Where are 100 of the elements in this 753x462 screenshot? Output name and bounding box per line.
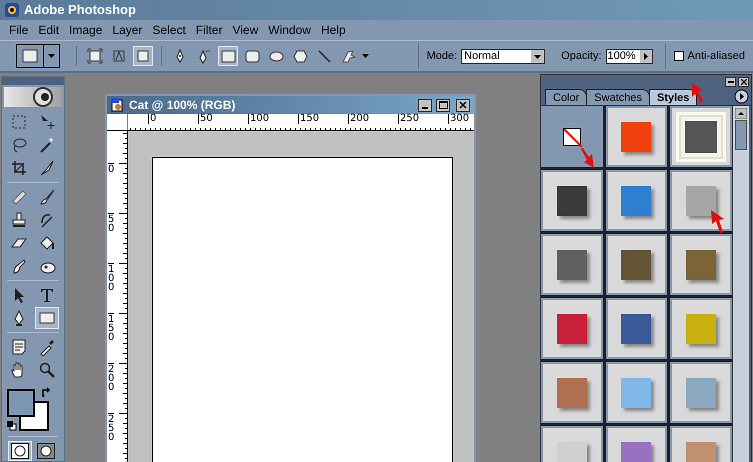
zoom-icon bbox=[38, 361, 56, 380]
style-swatch[interactable] bbox=[541, 298, 603, 359]
polygon-icon bbox=[292, 48, 308, 64]
scroll-up-icon[interactable] bbox=[735, 108, 747, 119]
default-colors-icon[interactable] bbox=[7, 421, 17, 432]
style-swatch[interactable] bbox=[606, 362, 668, 423]
document-icon bbox=[111, 98, 125, 112]
custom-shape-icon bbox=[340, 48, 356, 64]
ruler-label: 100 bbox=[108, 263, 114, 292]
eyedropper-icon bbox=[38, 338, 56, 356]
style-swatch[interactable] bbox=[541, 106, 603, 167]
path-icon bbox=[111, 48, 127, 64]
ruler-label: 50 bbox=[198, 114, 213, 124]
standard-mode-button[interactable] bbox=[8, 441, 32, 461]
circle-in-square-icon bbox=[11, 443, 29, 459]
style-swatch[interactable] bbox=[670, 234, 732, 295]
maximize-button[interactable] bbox=[436, 98, 450, 112]
menu-item[interactable]: Help bbox=[316, 21, 351, 39]
panel-tab[interactable]: Styles bbox=[649, 89, 698, 105]
type-icon bbox=[38, 286, 56, 304]
line-icon bbox=[316, 48, 332, 64]
style-swatch[interactable] bbox=[606, 234, 668, 295]
panel-menu-icon[interactable] bbox=[734, 89, 749, 104]
style-swatch[interactable] bbox=[541, 362, 603, 423]
ruler-label: 100 bbox=[248, 114, 270, 124]
window-title: Adobe Photoshop bbox=[24, 1, 136, 20]
minimize-button[interactable] bbox=[418, 98, 432, 112]
rectangle-icon bbox=[220, 48, 236, 64]
menu-item[interactable]: Layer bbox=[107, 21, 148, 39]
anti-aliased-label: Anti-aliased bbox=[688, 48, 745, 64]
app-eye-icon bbox=[4, 2, 20, 18]
shape-mode-button[interactable] bbox=[133, 46, 153, 66]
ruler-label: 150 bbox=[108, 313, 114, 342]
ruler-label: 50 bbox=[108, 213, 114, 233]
ruler-label: 200 bbox=[348, 114, 370, 124]
toolbox-logo[interactable] bbox=[4, 87, 62, 108]
mode-label: Mode: bbox=[426, 48, 458, 64]
close-button[interactable] bbox=[456, 98, 470, 112]
notes-icon bbox=[10, 338, 28, 356]
close-button[interactable] bbox=[738, 76, 749, 86]
shape-mode-button[interactable] bbox=[85, 46, 105, 66]
circle-in-square-icon bbox=[37, 443, 55, 459]
no-style-icon bbox=[562, 128, 581, 146]
new-layer-icon bbox=[87, 48, 103, 64]
ruler-label: 250 bbox=[398, 114, 420, 124]
paint-bucket-icon bbox=[38, 234, 56, 252]
menu-item[interactable]: Window bbox=[263, 21, 316, 39]
magic-wand-icon bbox=[38, 136, 56, 154]
style-swatch[interactable] bbox=[670, 106, 732, 167]
document-title: Cat @ 100% (RGB) bbox=[129, 97, 236, 114]
menu-item[interactable]: Select bbox=[147, 21, 191, 39]
style-swatch[interactable] bbox=[670, 298, 732, 359]
preset-picker[interactable] bbox=[16, 44, 60, 68]
swap-arrows-icon[interactable] bbox=[41, 387, 53, 400]
panel-tab[interactable]: Swatches bbox=[586, 89, 650, 105]
style-swatch[interactable] bbox=[606, 170, 668, 231]
menu-item[interactable]: Edit bbox=[33, 21, 64, 39]
scrollbar[interactable] bbox=[733, 106, 749, 462]
style-swatch[interactable] bbox=[670, 170, 732, 231]
menu-item[interactable]: Filter bbox=[190, 21, 228, 39]
style-swatch[interactable] bbox=[541, 234, 603, 295]
caret-icon bbox=[531, 50, 544, 62]
style-swatch[interactable] bbox=[541, 170, 603, 231]
menu-item[interactable]: Image bbox=[64, 21, 108, 39]
tool-button[interactable] bbox=[35, 307, 59, 330]
ruler-label: 150 bbox=[298, 114, 320, 124]
panel-tab[interactable]: Color bbox=[545, 89, 588, 105]
filled-region-icon bbox=[135, 48, 151, 64]
quick-mask-button[interactable] bbox=[34, 441, 58, 461]
ruler-label: 300 bbox=[448, 114, 470, 124]
knife-icon bbox=[38, 159, 56, 178]
minimize-icon bbox=[728, 80, 734, 82]
scroll-thumb[interactable] bbox=[735, 120, 747, 150]
stamp-icon bbox=[10, 211, 28, 230]
opacity-field[interactable]: 100% bbox=[606, 48, 653, 64]
bandage-icon bbox=[10, 188, 28, 206]
shape-tool-button[interactable] bbox=[218, 46, 238, 66]
style-swatch[interactable] bbox=[670, 362, 732, 423]
style-swatch[interactable] bbox=[606, 106, 668, 167]
menu-item[interactable]: View bbox=[227, 21, 264, 39]
caret-icon[interactable] bbox=[362, 54, 369, 58]
close-icon bbox=[459, 101, 467, 109]
maximize-icon bbox=[438, 101, 448, 109]
anti-aliased-checkbox[interactable] bbox=[674, 51, 684, 61]
minimize-icon bbox=[422, 106, 428, 108]
close-icon bbox=[740, 78, 746, 84]
caret-icon bbox=[48, 54, 55, 58]
color-swatches-drawing[interactable] bbox=[7, 389, 49, 432]
toolbox-header bbox=[2, 77, 64, 86]
annotation-arrow-icon bbox=[690, 82, 706, 104]
crop-icon bbox=[10, 159, 28, 178]
style-swatch[interactable] bbox=[606, 298, 668, 359]
ruler-label: 200 bbox=[108, 363, 114, 392]
brush-icon bbox=[38, 188, 56, 206]
mode-dropdown[interactable]: Normal bbox=[461, 48, 546, 64]
minimize-button[interactable] bbox=[725, 76, 736, 86]
ruler-label: 0 bbox=[148, 114, 156, 124]
move-icon bbox=[38, 113, 56, 132]
ruler-label: 250 bbox=[108, 413, 114, 442]
menu-item[interactable]: File bbox=[4, 21, 34, 39]
